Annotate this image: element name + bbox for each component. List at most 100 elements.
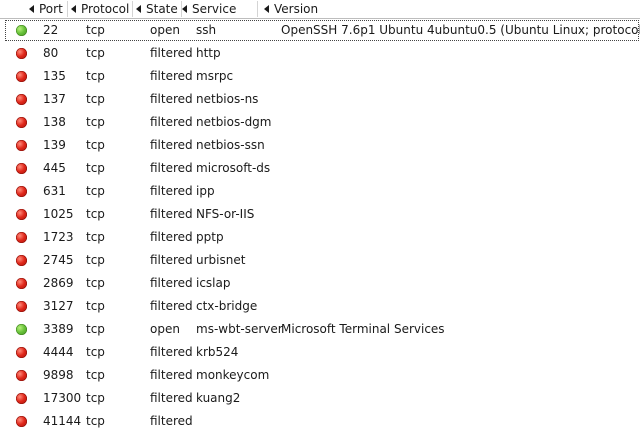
- red-status-dot-icon: [16, 140, 27, 151]
- port-cell: 2745: [43, 253, 74, 267]
- table-row[interactable]: 1025 tcp filtered NFS-or-IIS: [0, 203, 640, 226]
- table-row[interactable]: 2745 tcp filtered urbisnet: [0, 249, 640, 272]
- service-cell: kuang2: [196, 391, 241, 405]
- red-status-dot-icon: [16, 117, 27, 128]
- protocol-cell: tcp: [86, 253, 105, 267]
- column-header-state[interactable]: State: [136, 0, 178, 18]
- protocol-cell: tcp: [86, 230, 105, 244]
- column-header-service[interactable]: Service: [182, 0, 236, 18]
- table-row[interactable]: 3127 tcp filtered ctx-bridge: [0, 295, 640, 318]
- red-status-dot-icon: [16, 232, 27, 243]
- red-status-dot-icon: [16, 94, 27, 105]
- service-cell: urbisnet: [196, 253, 246, 267]
- column-divider[interactable]: [132, 1, 133, 17]
- sort-arrow-icon: [136, 5, 141, 13]
- table-row[interactable]: 80 tcp filtered http: [0, 42, 640, 65]
- state-cell: filtered: [150, 299, 193, 313]
- protocol-cell: tcp: [86, 92, 105, 106]
- table-row[interactable]: 1723 tcp filtered pptp: [0, 226, 640, 249]
- port-cell: 137: [43, 92, 66, 106]
- port-cell: 1723: [43, 230, 74, 244]
- service-cell: netbios-ns: [196, 92, 259, 106]
- protocol-cell: tcp: [86, 414, 105, 428]
- service-cell: http: [196, 46, 221, 60]
- sort-arrow-icon: [264, 5, 269, 13]
- service-cell: ctx-bridge: [196, 299, 258, 313]
- column-divider[interactable]: [257, 1, 258, 17]
- state-cell: filtered: [150, 92, 193, 106]
- red-status-dot-icon: [16, 255, 27, 266]
- column-header-protocol[interactable]: Protocol: [71, 0, 129, 18]
- protocol-cell: tcp: [86, 69, 105, 83]
- service-cell: ssh: [196, 23, 217, 37]
- service-cell: pptp: [196, 230, 224, 244]
- service-cell: icslap: [196, 276, 231, 290]
- state-cell: filtered: [150, 414, 193, 428]
- protocol-cell: tcp: [86, 391, 105, 405]
- port-cell: 4444: [43, 345, 74, 359]
- service-cell: netbios-ssn: [196, 138, 265, 152]
- port-cell: 138: [43, 115, 66, 129]
- column-divider[interactable]: [67, 1, 68, 17]
- table-row[interactable]: 22 tcp open ssh OpenSSH 7.6p1 Ubuntu 4ub…: [0, 19, 640, 42]
- port-cell: 3389: [43, 322, 74, 336]
- port-cell: 9898: [43, 368, 74, 382]
- port-cell: 17300: [43, 391, 82, 405]
- port-cell: 631: [43, 184, 66, 198]
- table-row[interactable]: 4444 tcp filtered krb524: [0, 341, 640, 364]
- protocol-cell: tcp: [86, 368, 105, 382]
- port-cell: 22: [43, 23, 59, 37]
- service-cell: microsoft-ds: [196, 161, 271, 175]
- red-status-dot-icon: [16, 393, 27, 404]
- state-cell: filtered: [150, 253, 193, 267]
- sort-arrow-icon: [29, 5, 34, 13]
- state-cell: filtered: [150, 391, 193, 405]
- port-cell: 139: [43, 138, 66, 152]
- state-cell: open: [150, 322, 180, 336]
- state-cell: filtered: [150, 368, 193, 382]
- table-row[interactable]: 139 tcp filtered netbios-ssn: [0, 134, 640, 157]
- port-cell: 41144: [43, 414, 82, 428]
- table-row[interactable]: 17300 tcp filtered kuang2: [0, 387, 640, 410]
- table-row[interactable]: 631 tcp filtered ipp: [0, 180, 640, 203]
- sort-arrow-icon: [71, 5, 76, 13]
- service-cell: netbios-dgm: [196, 115, 272, 129]
- table-row[interactable]: 2869 tcp filtered icslap: [0, 272, 640, 295]
- table-row[interactable]: 9898 tcp filtered monkeycom: [0, 364, 640, 387]
- version-cell: Microsoft Terminal Services: [281, 322, 445, 336]
- state-cell: open: [150, 23, 180, 37]
- table-row[interactable]: 138 tcp filtered netbios-dgm: [0, 111, 640, 134]
- column-header-label: Port: [39, 2, 63, 16]
- column-header-label: Version: [274, 2, 319, 16]
- column-header-label: Protocol: [81, 2, 130, 16]
- column-header-label: Service: [192, 2, 237, 16]
- column-header-port[interactable]: Port: [29, 0, 63, 18]
- column-header-version[interactable]: Version: [264, 0, 318, 18]
- table-row[interactable]: 3389 tcp open ms-wbt-server Microsoft Te…: [0, 318, 640, 341]
- state-cell: filtered: [150, 345, 193, 359]
- protocol-cell: tcp: [86, 184, 105, 198]
- version-cell: OpenSSH 7.6p1 Ubuntu 4ubuntu0.5 (Ubuntu …: [281, 23, 640, 37]
- port-cell: 135: [43, 69, 66, 83]
- red-status-dot-icon: [16, 209, 27, 220]
- service-cell: monkeycom: [196, 368, 270, 382]
- service-cell: ms-wbt-server: [196, 322, 283, 336]
- table-row[interactable]: 137 tcp filtered netbios-ns: [0, 88, 640, 111]
- service-cell: NFS-or-IIS: [196, 207, 255, 221]
- port-cell: 2869: [43, 276, 74, 290]
- red-status-dot-icon: [16, 186, 27, 197]
- table-row[interactable]: 135 tcp filtered msrpc: [0, 65, 640, 88]
- red-status-dot-icon: [16, 278, 27, 289]
- red-status-dot-icon: [16, 48, 27, 59]
- port-cell: 3127: [43, 299, 74, 313]
- table-body: 22 tcp open ssh OpenSSH 7.6p1 Ubuntu 4ub…: [0, 19, 640, 433]
- column-header-label: State: [146, 2, 178, 16]
- port-cell: 445: [43, 161, 66, 175]
- state-cell: filtered: [150, 184, 193, 198]
- protocol-cell: tcp: [86, 322, 105, 336]
- table-row[interactable]: 445 tcp filtered microsoft-ds: [0, 157, 640, 180]
- state-cell: filtered: [150, 161, 193, 175]
- table-row[interactable]: 41144 tcp filtered: [0, 410, 640, 433]
- protocol-cell: tcp: [86, 345, 105, 359]
- protocol-cell: tcp: [86, 161, 105, 175]
